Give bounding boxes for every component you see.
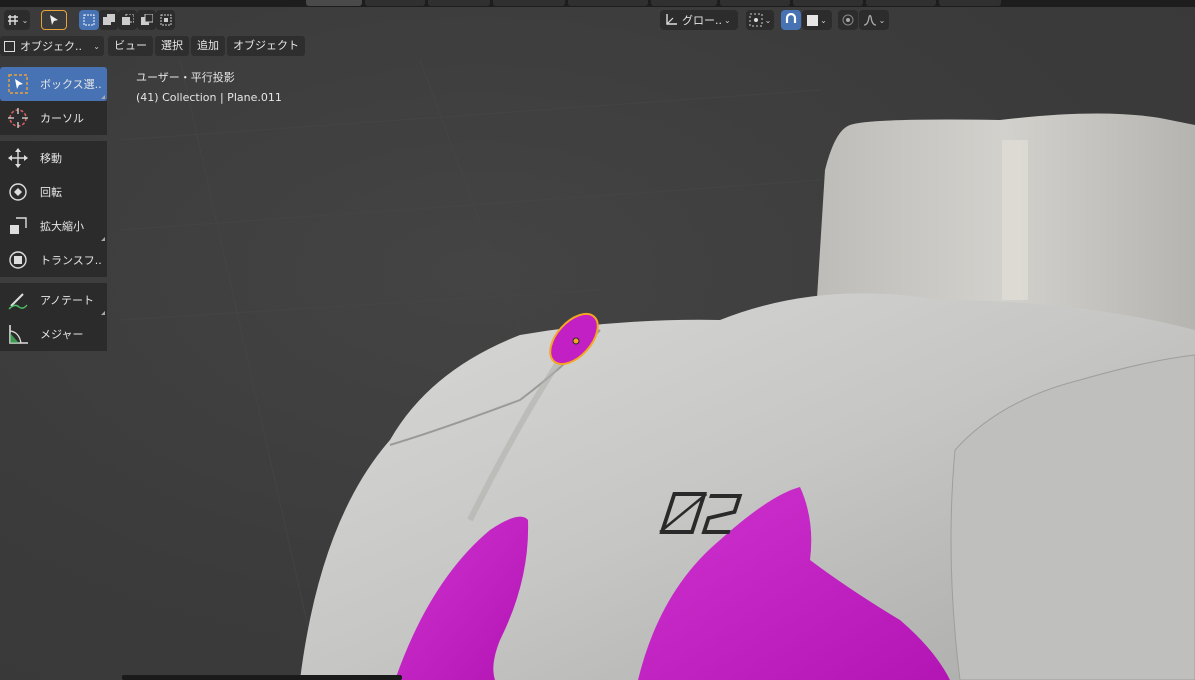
snap-toggle[interactable] (781, 10, 801, 30)
menu-object[interactable]: オブジェクト (227, 36, 305, 56)
status-overlay-bar (122, 675, 402, 680)
tool-rotate[interactable]: 回転 (0, 175, 107, 209)
chevron-down-icon: ⌄ (724, 15, 731, 25)
proportional-edit-icon (842, 14, 854, 26)
select-mode-set-icon (83, 14, 95, 26)
tool-label: 拡大縮小 (40, 220, 84, 233)
tool-label: メジャー (40, 328, 84, 341)
workspace-tab[interactable] (365, 0, 425, 6)
tool-label: トランスフ.. (40, 254, 102, 267)
viewport-info-overlay: ユーザー・平行投影 (41) Collection | Plane.011 (136, 68, 282, 108)
scale-icon (6, 214, 30, 238)
collection-info: (41) Collection | Plane.011 (136, 91, 282, 104)
select-mode-set-button[interactable] (79, 10, 99, 30)
select-tool-button[interactable] (41, 10, 67, 30)
viewport-menu-bar: オブジェク.. ⌄ ビュー 選択 追加 オブジェクト (0, 36, 307, 56)
chevron-down-icon: ⌄ (764, 15, 772, 25)
select-mode-subtract-icon (121, 14, 134, 25)
tool-shelf: ボックス選.. カーソル 移動 回転 拡大縮小 トランスフ.. アノテート メジ… (0, 67, 108, 351)
snap-target-dropdown[interactable]: ⌄ (802, 10, 832, 30)
tool-label: 移動 (40, 152, 62, 165)
tool-cursor[interactable]: カーソル (0, 101, 107, 135)
tool-measure[interactable]: メジャー (0, 317, 107, 351)
snap-target-icon (807, 14, 819, 26)
transform-icon (6, 248, 30, 272)
select-mode-intersect-button[interactable] (156, 10, 175, 30)
tool-annotate[interactable]: アノテート (0, 283, 107, 317)
chevron-down-icon: ⌄ (878, 15, 886, 25)
tool-box-select[interactable]: ボックス選.. (0, 67, 107, 101)
interaction-mode-label: オブジェク.. (20, 40, 82, 53)
select-mode-intersect-icon (160, 14, 171, 26)
select-tool-icon (50, 15, 58, 25)
tool-label: 回転 (40, 186, 62, 199)
transform-orientation-icon (666, 14, 677, 25)
chevron-down-icon: ⌄ (820, 15, 827, 25)
select-mode-invert-icon (140, 14, 153, 25)
tool-transform[interactable]: トランスフ.. (0, 243, 107, 277)
tool-label: ボックス選.. (40, 78, 102, 91)
select-mode-invert-button[interactable] (137, 10, 156, 30)
box-select-icon (6, 72, 30, 96)
workspace-tab[interactable] (493, 0, 565, 6)
tool-move[interactable]: 移動 (0, 141, 107, 175)
workspace-tab[interactable] (428, 0, 490, 6)
neck-highlight (1002, 140, 1028, 300)
object-mode-icon (4, 40, 15, 52)
view-name: ユーザー・平行投影 (136, 71, 235, 84)
editor-type-button[interactable]: ⌄ (4, 10, 30, 30)
tool-label: カーソル (40, 112, 84, 125)
editor-type-icon (7, 15, 18, 25)
menu-add[interactable]: 追加 (191, 36, 225, 56)
menu-view[interactable]: ビュー (108, 36, 153, 56)
tool-options-corner (101, 311, 105, 315)
workspace-tab[interactable] (793, 0, 863, 6)
select-mode-subtract-button[interactable] (118, 10, 137, 30)
annotate-icon (6, 288, 30, 312)
move-icon (6, 146, 30, 170)
chevron-down-icon: ⌄ (21, 15, 29, 25)
workspace-tab-strip (0, 0, 1195, 7)
tool-scale[interactable]: 拡大縮小 (0, 209, 107, 243)
measure-icon (6, 322, 30, 346)
rotate-icon (6, 180, 30, 204)
tool-label: アノテート (40, 294, 95, 307)
select-mode-extend-button[interactable] (99, 10, 118, 30)
transform-orientation-dropdown[interactable]: グロー.. ⌄ (660, 10, 738, 30)
workspace-tab[interactable] (720, 0, 790, 6)
snap-icon (785, 13, 797, 23)
workspace-tab[interactable] (866, 0, 936, 6)
pivot-point-icon (749, 13, 763, 27)
tool-options-corner (101, 237, 105, 241)
object-origin-point[interactable] (572, 337, 580, 345)
cursor-icon (6, 106, 30, 130)
workspace-tab[interactable] (651, 0, 717, 6)
transform-orientation-label: グロー.. (682, 14, 722, 27)
workspace-tab[interactable] (568, 0, 648, 6)
falloff-icon (863, 14, 876, 26)
interaction-mode-dropdown[interactable]: オブジェク.. ⌄ (0, 36, 104, 56)
pivot-point-dropdown[interactable]: ⌄ (746, 10, 774, 30)
proportional-edit-toggle[interactable] (838, 10, 858, 30)
chevron-down-icon: ⌄ (93, 41, 100, 51)
viewport-header: ⌄ グロー.. ⌄ ⌄ ⌄ ⌄ (0, 8, 1195, 34)
tool-options-corner (101, 95, 105, 99)
select-mode-extend-icon (102, 14, 115, 25)
workspace-tab[interactable] (939, 0, 1001, 6)
workspace-tab-active[interactable] (306, 0, 362, 6)
falloff-dropdown[interactable]: ⌄ (859, 10, 889, 30)
menu-select[interactable]: 選択 (155, 36, 189, 56)
